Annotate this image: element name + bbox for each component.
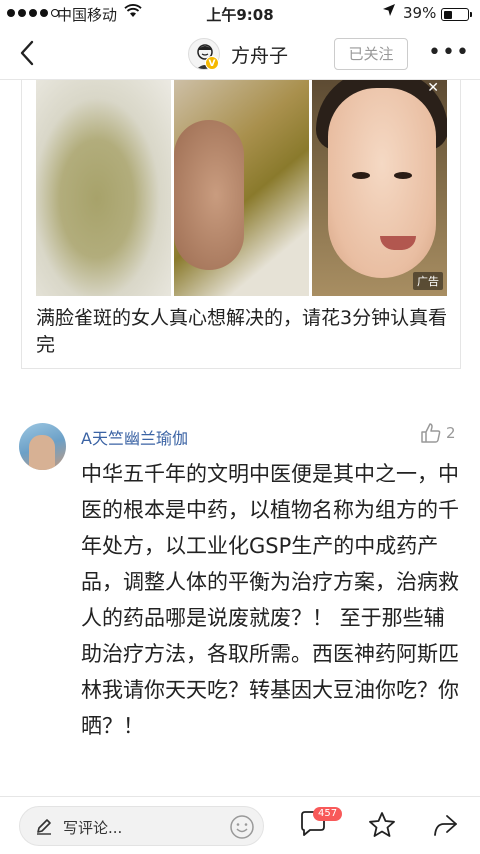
ad-image-powder xyxy=(36,80,171,296)
status-bar: 中国移动 上午9:08 39% xyxy=(0,0,480,28)
write-comment-placeholder: 写评论... xyxy=(63,819,123,837)
star-icon xyxy=(369,812,395,837)
battery-percent: 39% xyxy=(403,4,437,22)
back-button[interactable] xyxy=(14,38,44,68)
write-comment-input[interactable]: 写评论... xyxy=(19,806,264,846)
battery-icon xyxy=(441,8,472,21)
thumbs-up-icon xyxy=(421,423,441,443)
bottom-bar: 写评论... 457 xyxy=(0,796,480,854)
share-button[interactable] xyxy=(430,811,460,845)
verified-badge-icon: V xyxy=(205,56,219,70)
more-options-button[interactable]: ••• xyxy=(428,40,470,65)
location-arrow-icon xyxy=(382,3,396,21)
emoji-icon[interactable] xyxy=(229,814,255,844)
share-arrow-icon xyxy=(434,815,457,836)
ad-title[interactable]: 满脸雀斑的女人真心想解决的，请花3分钟认真看完 xyxy=(36,305,448,359)
like-button[interactable]: 2 xyxy=(420,422,456,444)
ad-image-face: ✕ 广告 xyxy=(312,80,447,296)
ad-label: 广告 xyxy=(413,272,443,290)
comment-count-badge: 457 xyxy=(313,807,343,821)
ad-image-mixing xyxy=(174,80,309,296)
ad-close-icon[interactable]: ✕ xyxy=(427,80,439,96)
favorite-button[interactable] xyxy=(367,810,397,844)
author-name[interactable]: 方舟子 xyxy=(231,41,288,68)
navigation-bar: V 方舟子 已关注 ••• xyxy=(0,28,480,80)
pen-icon xyxy=(34,816,54,840)
ad-card[interactable]: ✕ 广告 满脸雀斑的女人真心想解决的，请花3分钟认真看完 xyxy=(21,80,461,369)
chevron-left-icon xyxy=(20,40,34,66)
commenter-name[interactable]: A天竺幽兰瑜伽 xyxy=(81,425,188,449)
follow-button[interactable]: 已关注 xyxy=(334,38,408,70)
ad-image-strip: ✕ 广告 xyxy=(36,80,447,296)
comment-text: 中华五千年的文明中医便是其中之一，中医的根本是中药，以植物名称为组方的千年处方，… xyxy=(81,462,459,738)
commenter-avatar[interactable] xyxy=(19,423,66,470)
like-count: 2 xyxy=(446,424,456,442)
